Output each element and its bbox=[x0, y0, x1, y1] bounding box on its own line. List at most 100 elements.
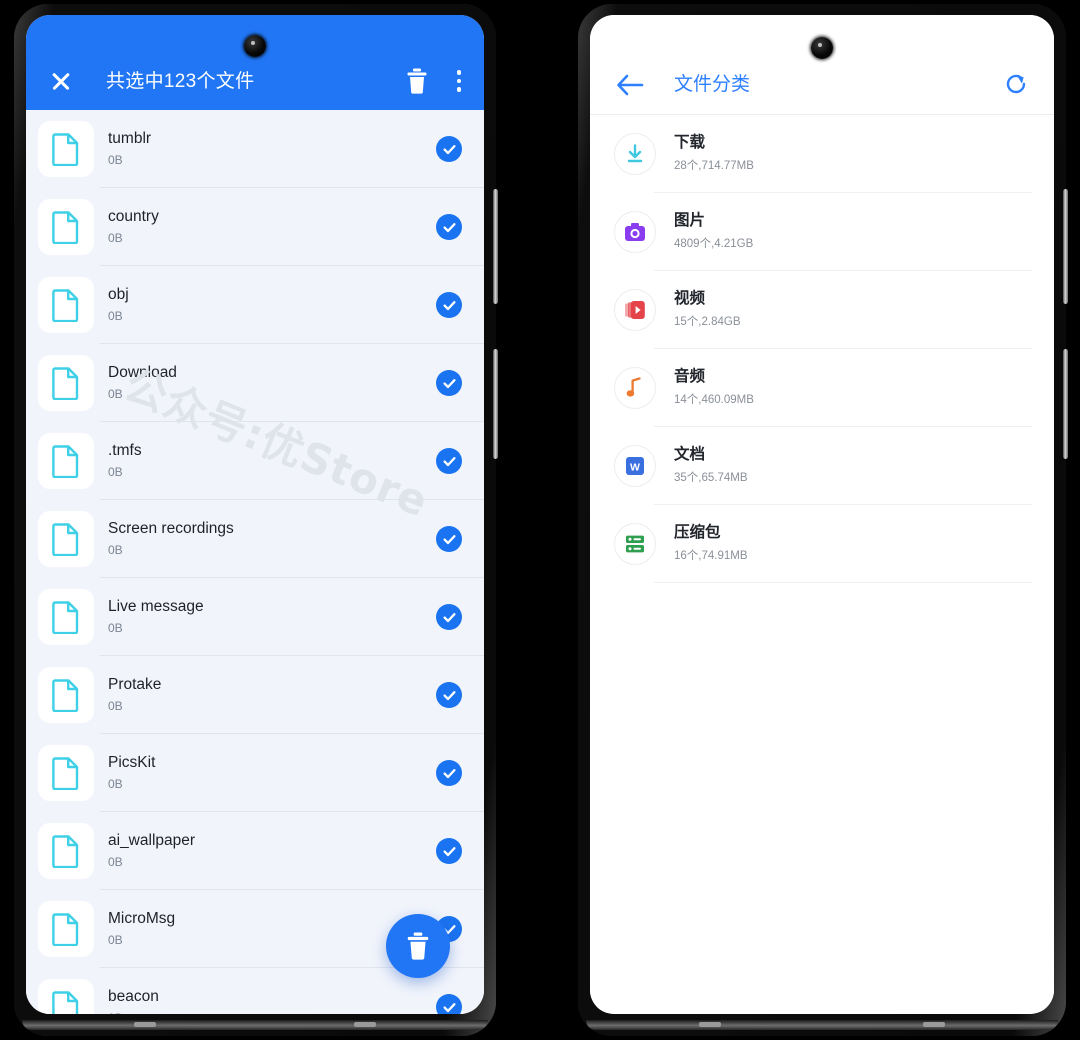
right-phone-volume-button[interactable] bbox=[1063, 189, 1068, 304]
category-list[interactable]: 下载 28个,714.77MB 图片 4809个,4.21GB 视频 15个,2… bbox=[590, 115, 1054, 1013]
file-meta: Screen recordings 0B bbox=[108, 519, 436, 558]
file-selected-checkbox[interactable] bbox=[436, 136, 462, 162]
trash-icon bbox=[407, 68, 427, 94]
right-phone-bottom-edge bbox=[586, 1020, 1058, 1030]
file-selected-checkbox[interactable] bbox=[436, 526, 462, 552]
file-name: MicroMsg bbox=[108, 910, 176, 928]
file-selected-checkbox[interactable] bbox=[436, 448, 462, 474]
music-note-icon bbox=[626, 377, 641, 397]
file-selected-checkbox[interactable] bbox=[436, 838, 462, 864]
file-row[interactable]: Screen recordings 0B bbox=[26, 500, 484, 578]
file-thumbnail bbox=[38, 355, 94, 411]
check-icon bbox=[442, 144, 456, 154]
file-selected-checkbox[interactable] bbox=[436, 604, 462, 630]
file-row[interactable]: obj 0B bbox=[26, 266, 484, 344]
category-row[interactable]: 视频 15个,2.84GB bbox=[590, 271, 1054, 349]
category-meta: 下载 28个,714.77MB bbox=[674, 133, 1028, 174]
file-thumbnail bbox=[38, 277, 94, 333]
category-row[interactable]: 音频 14个,460.09MB bbox=[590, 349, 1054, 427]
file-row[interactable]: country 0B bbox=[26, 188, 484, 266]
file-thumbnail bbox=[38, 667, 94, 723]
file-meta: country 0B bbox=[108, 207, 436, 246]
archive-icon bbox=[626, 535, 644, 553]
file-meta: ai_wallpaper 0B bbox=[108, 831, 436, 870]
right-phone-power-button[interactable] bbox=[1063, 349, 1068, 459]
file-row[interactable]: tumblr 0B bbox=[26, 110, 484, 188]
svg-text:W: W bbox=[630, 461, 640, 473]
file-icon bbox=[52, 913, 79, 946]
file-icon bbox=[52, 445, 79, 478]
file-list[interactable]: 公众号:优Store tumblr 0B country 0B obj 0B D… bbox=[26, 110, 484, 1014]
file-meta: tumblr 0B bbox=[108, 129, 436, 168]
file-name: Screen recordings bbox=[108, 520, 234, 538]
file-size: 0B bbox=[108, 698, 123, 713]
category-meta: 图片 4809个,4.21GB bbox=[674, 211, 1028, 252]
file-selected-checkbox[interactable] bbox=[436, 292, 462, 318]
file-selected-checkbox[interactable] bbox=[436, 760, 462, 786]
left-phone-device: 共选中123个文件 公众号:优Store tumblr 0B country 0… bbox=[14, 4, 498, 1036]
file-thumbnail bbox=[38, 121, 94, 177]
file-size: 0B bbox=[108, 542, 123, 557]
category-name: 文档 bbox=[674, 446, 706, 464]
category-row[interactable]: 图片 4809个,4.21GB bbox=[590, 193, 1054, 271]
page-title: 文件分类 bbox=[674, 74, 751, 95]
file-row[interactable]: Live message 0B bbox=[26, 578, 484, 656]
category-row[interactable]: W 文档 35个,65.74MB bbox=[590, 427, 1054, 505]
file-meta: .tmfs 0B bbox=[108, 441, 436, 480]
file-row[interactable]: ai_wallpaper 0B bbox=[26, 812, 484, 890]
file-icon bbox=[52, 367, 79, 400]
file-name: obj bbox=[108, 286, 129, 304]
right-phone-device: 文件分类 下载 28个,714.77MB 图片 4809个,4.21GB 视频 … bbox=[578, 4, 1068, 1036]
category-meta: 音频 14个,460.09MB bbox=[674, 367, 1028, 408]
close-selection-button[interactable] bbox=[48, 68, 74, 94]
file-thumbnail bbox=[38, 901, 94, 957]
category-icon-wrap: W bbox=[614, 445, 656, 487]
check-icon bbox=[442, 768, 456, 778]
back-button[interactable] bbox=[616, 74, 644, 96]
file-meta: obj 0B bbox=[108, 285, 436, 324]
file-size: 0B bbox=[108, 620, 123, 635]
back-arrow-icon bbox=[617, 74, 644, 96]
selection-count-title: 共选中123个文件 bbox=[106, 71, 255, 92]
file-selected-checkbox[interactable] bbox=[436, 214, 462, 240]
front-camera-punch-hole bbox=[811, 37, 833, 59]
category-name: 压缩包 bbox=[674, 524, 721, 542]
file-size: 0B bbox=[108, 230, 123, 245]
delete-button[interactable] bbox=[406, 68, 428, 94]
file-name: tumblr bbox=[108, 130, 152, 148]
category-detail: 4809个,4.21GB bbox=[674, 237, 754, 250]
file-selected-checkbox[interactable] bbox=[436, 994, 462, 1014]
right-phone-screen: 文件分类 下载 28个,714.77MB 图片 4809个,4.21GB 视频 … bbox=[590, 15, 1054, 1014]
file-row[interactable]: PicsKit 0B bbox=[26, 734, 484, 812]
file-selected-checkbox[interactable] bbox=[436, 370, 462, 396]
refresh-icon bbox=[1006, 74, 1026, 94]
file-row[interactable]: Protake 0B bbox=[26, 656, 484, 734]
file-row[interactable]: Download 0B bbox=[26, 344, 484, 422]
file-row[interactable]: .tmfs 0B bbox=[26, 422, 484, 500]
category-rows-container: 下载 28个,714.77MB 图片 4809个,4.21GB 视频 15个,2… bbox=[590, 115, 1054, 583]
file-icon bbox=[52, 601, 79, 634]
left-phone-bottom-edge bbox=[22, 1020, 488, 1030]
file-meta: Download 0B bbox=[108, 363, 436, 402]
left-phone-volume-button[interactable] bbox=[493, 189, 498, 304]
more-options-button[interactable] bbox=[456, 68, 462, 94]
file-name: ai_wallpaper bbox=[108, 832, 196, 850]
category-icon-wrap bbox=[614, 211, 656, 253]
file-thumbnail bbox=[38, 589, 94, 645]
file-meta: Live message 0B bbox=[108, 597, 436, 636]
category-name: 音频 bbox=[674, 368, 706, 386]
refresh-button[interactable] bbox=[1004, 72, 1028, 96]
file-icon bbox=[52, 991, 79, 1014]
category-detail: 14个,460.09MB bbox=[674, 393, 754, 406]
file-thumbnail bbox=[38, 823, 94, 879]
category-meta: 文档 35个,65.74MB bbox=[674, 445, 1028, 486]
category-detail: 15个,2.84GB bbox=[674, 315, 741, 328]
category-detail: 16个,74.91MB bbox=[674, 549, 748, 562]
file-selected-checkbox[interactable] bbox=[436, 682, 462, 708]
category-row[interactable]: 下载 28个,714.77MB bbox=[590, 115, 1054, 193]
delete-fab-button[interactable] bbox=[386, 914, 450, 978]
category-icon-wrap bbox=[614, 133, 656, 175]
more-vertical-icon bbox=[456, 68, 462, 94]
left-phone-power-button[interactable] bbox=[493, 349, 498, 459]
category-row[interactable]: 压缩包 16个,74.91MB bbox=[590, 505, 1054, 583]
